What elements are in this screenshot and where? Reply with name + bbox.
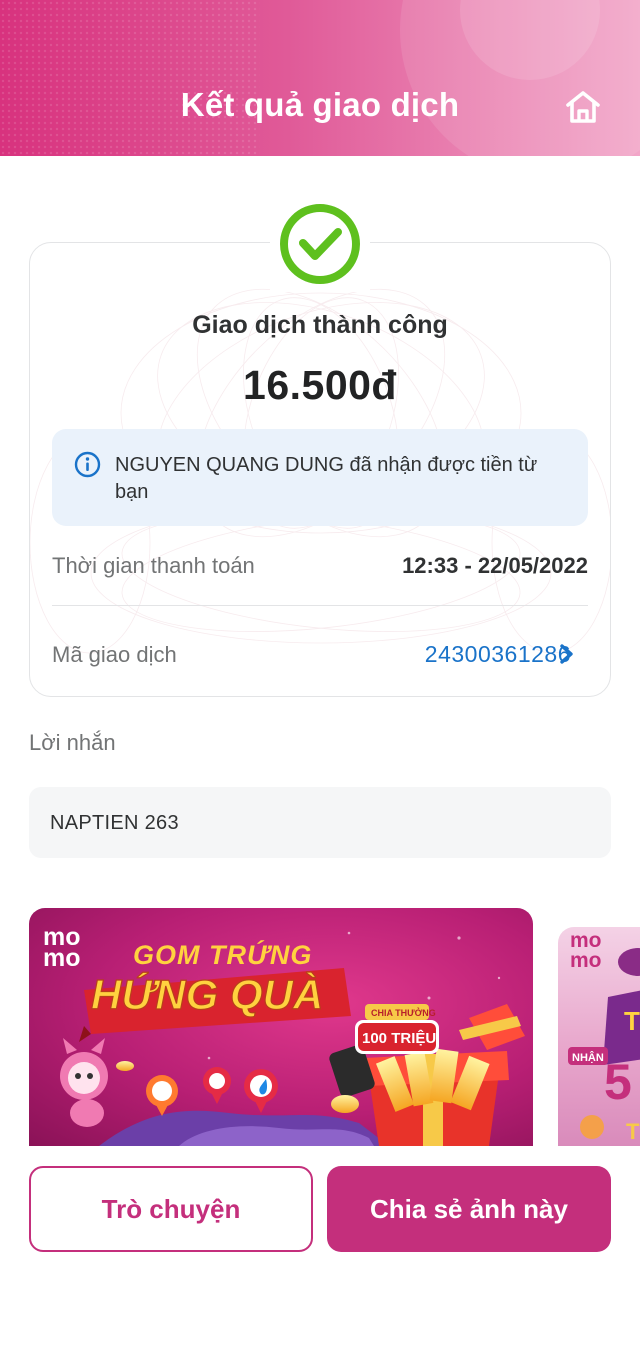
chat-button[interactable]: Trò chuyện: [29, 1166, 313, 1252]
divider: [52, 605, 588, 606]
promo-next-brand-bottom: mo: [570, 949, 602, 972]
promo-next-text-3: 5: [604, 1054, 632, 1110]
status-title: Giao dịch thành công: [192, 311, 448, 339]
info-notice: NGUYEN QUANG DUNG đã nhận được tiền từ b…: [52, 429, 588, 526]
promo-banner-next[interactable]: mo mo T NHẬN 5 T: [558, 927, 640, 1146]
payment-time-value: 12:33 - 22/05/2022: [402, 553, 588, 578]
transaction-id-link[interactable]: 24300361286: [425, 641, 571, 668]
promo-ribbon-1: CHIA THƯỞNG: [371, 1007, 436, 1018]
payment-time-label: Thời gian thanh toán: [52, 553, 255, 578]
promo-ribbon-2: 100 TRIỆU: [362, 1029, 436, 1047]
success-badge: [270, 196, 370, 292]
promo-next-text-1: T: [624, 1006, 640, 1036]
page-title: Kết quả giao dịch: [180, 86, 460, 123]
promo-brand-bottom: mo: [43, 944, 81, 972]
home-icon[interactable]: [563, 88, 603, 126]
header-bar: Kết quả giao dịch: [0, 0, 640, 156]
info-text: NGUYEN QUANG DUNG đã nhận được tiền từ b…: [115, 454, 538, 503]
message-box: NAPTIEN 263: [29, 787, 611, 858]
promo-headline-2: HỨNG QUÀ: [91, 971, 323, 1019]
promo-next-text-2: NHẬN: [572, 1051, 604, 1064]
promo-next-text-4: T: [626, 1119, 640, 1144]
check-circle-icon: [280, 204, 360, 284]
chevron-right-icon[interactable]: [556, 643, 576, 665]
info-icon: [74, 451, 101, 478]
promo-artwork-next: mo mo T NHẬN 5 T: [568, 929, 640, 1144]
header-pattern: [0, 0, 260, 156]
amount: 16.500đ: [243, 362, 397, 408]
transaction-id-label: Mã giao dịch: [52, 642, 177, 667]
share-image-button[interactable]: Chia sẻ ảnh này: [327, 1166, 611, 1252]
promo-headline-1: GOM TRỨNG: [133, 939, 312, 970]
promo-banner[interactable]: mo mo GOM TRỨNG HỨNG QUÀ CHIA THƯỞNG 100…: [29, 908, 533, 1146]
message-label: Lời nhắn: [29, 730, 116, 755]
promo-artwork: mo mo GOM TRỨNG HỨNG QUÀ CHIA THƯỞNG 100…: [43, 923, 525, 1146]
message-text: NAPTIEN 263: [50, 812, 179, 834]
